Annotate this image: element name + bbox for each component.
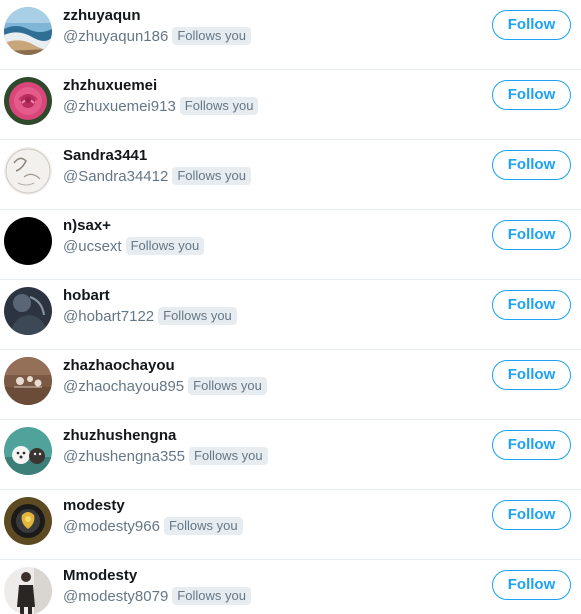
follower-row[interactable]: hobart @hobart7122 Follows you Follow bbox=[0, 280, 581, 350]
user-handle: @zhuyaqun186 bbox=[63, 27, 169, 45]
follower-row[interactable]: zhuzhushengna @zhushengna355 Follows you… bbox=[0, 420, 581, 490]
black-avatar[interactable] bbox=[4, 217, 52, 265]
user-handle: @zhaochayou895 bbox=[63, 377, 185, 395]
follower-row[interactable]: zhazhaochayou @zhaochayou895 Follows you… bbox=[0, 350, 581, 420]
follower-row[interactable]: modesty @modesty966 Follows you Follow bbox=[0, 490, 581, 560]
follows-you-badge: Follows you bbox=[189, 447, 268, 465]
user-meta: @zhuyaqun186 Follows you bbox=[63, 26, 251, 46]
user-display-name: hobart bbox=[63, 287, 110, 304]
dark-portrait-avatar[interactable] bbox=[4, 287, 52, 335]
user-handle: @modesty8079 bbox=[63, 587, 169, 605]
follows-you-badge: Follows you bbox=[179, 97, 259, 115]
follow-button[interactable]: Follow bbox=[492, 570, 571, 600]
follows-you-badge: Follows you bbox=[188, 377, 267, 395]
sketch-avatar[interactable] bbox=[4, 147, 52, 195]
follows-you-badge: Follows you bbox=[172, 587, 251, 605]
user-meta: @hobart7122 Follows you bbox=[63, 306, 237, 326]
user-display-name: zhzhuxuemei bbox=[63, 77, 158, 94]
user-display-name: zhuzhushengna bbox=[63, 427, 177, 444]
user-handle: @hobart7122 bbox=[63, 307, 155, 325]
user-meta: @Sandra34412 Follows you bbox=[63, 166, 251, 186]
pink-rose-avatar[interactable] bbox=[4, 77, 52, 125]
user-display-name: zzhuyaqun bbox=[63, 7, 141, 24]
user-display-name: Mmodesty bbox=[63, 567, 138, 584]
brown-texture-avatar[interactable] bbox=[4, 357, 52, 405]
follower-list: zzhuyaqun @zhuyaqun186 Follows you Follo… bbox=[0, 0, 581, 614]
user-meta: @ucsext Follows you bbox=[63, 236, 205, 256]
follows-you-badge: Follows you bbox=[158, 307, 237, 325]
user-handle: @modesty966 bbox=[63, 517, 160, 535]
follow-button[interactable]: Follow bbox=[492, 290, 571, 320]
user-meta: @zhaochayou895 Follows you bbox=[63, 376, 267, 396]
user-meta: @zhuxuemei913 Follows you bbox=[63, 96, 259, 116]
follower-row[interactable]: Mmodesty @modesty8079 Follows you Follow bbox=[0, 560, 581, 614]
follow-button[interactable]: Follow bbox=[492, 150, 571, 180]
follows-you-badge: Follows you bbox=[172, 167, 251, 185]
gold-object-avatar[interactable] bbox=[4, 497, 52, 545]
puppies-avatar[interactable] bbox=[4, 427, 52, 475]
user-handle: @ucsext bbox=[63, 237, 122, 255]
follow-button[interactable]: Follow bbox=[492, 360, 571, 390]
user-handle: @zhuxuemei913 bbox=[63, 97, 176, 115]
follows-you-badge: Follows you bbox=[163, 517, 243, 535]
follower-row[interactable]: zzhuyaqun @zhuyaqun186 Follows you Follo… bbox=[0, 0, 581, 70]
standing-person-avatar[interactable] bbox=[4, 567, 52, 614]
follows-you-badge: Follows you bbox=[172, 27, 251, 45]
follow-button[interactable]: Follow bbox=[492, 430, 571, 460]
follow-button[interactable]: Follow bbox=[492, 10, 571, 40]
user-display-name: modesty bbox=[63, 497, 125, 514]
follower-row[interactable]: n)sax+ @ucsext Follows you Follow bbox=[0, 210, 581, 280]
user-handle: @Sandra34412 bbox=[63, 167, 169, 185]
user-meta: @modesty966 Follows you bbox=[63, 516, 243, 536]
follow-button[interactable]: Follow bbox=[492, 500, 571, 530]
follows-you-badge: Follows you bbox=[125, 237, 205, 255]
user-display-name: Sandra3441 bbox=[63, 147, 148, 164]
user-display-name: zhazhaochayou bbox=[63, 357, 175, 374]
user-handle: @zhushengna355 bbox=[63, 447, 185, 465]
user-meta: @modesty8079 Follows you bbox=[63, 586, 251, 606]
follow-button[interactable]: Follow bbox=[492, 80, 571, 110]
follow-button[interactable]: Follow bbox=[492, 220, 571, 250]
user-display-name: n)sax+ bbox=[63, 217, 111, 234]
user-meta: @zhushengna355 Follows you bbox=[63, 446, 268, 466]
beach-waves-avatar[interactable] bbox=[4, 7, 52, 55]
follower-row[interactable]: zhzhuxuemei @zhuxuemei913 Follows you Fo… bbox=[0, 70, 581, 140]
follower-row[interactable]: Sandra3441 @Sandra34412 Follows you Foll… bbox=[0, 140, 581, 210]
